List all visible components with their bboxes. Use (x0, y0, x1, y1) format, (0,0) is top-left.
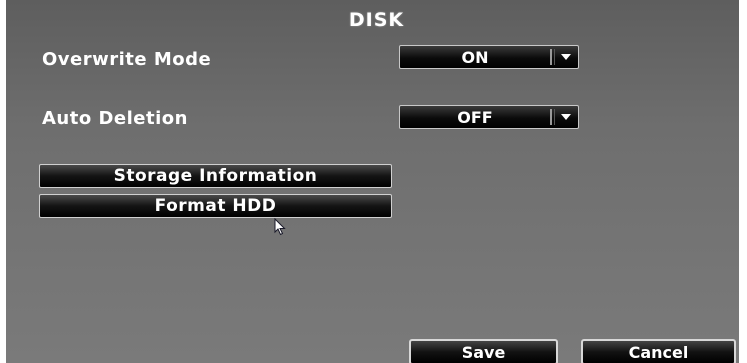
auto-deletion-select[interactable]: OFF (399, 105, 579, 129)
dropdown-divider (554, 109, 555, 125)
dropdown-divider (550, 109, 552, 125)
chevron-down-icon[interactable] (561, 54, 571, 60)
overwrite-mode-value: ON (461, 48, 489, 67)
dropdown-divider (554, 49, 555, 65)
format-hdd-button[interactable]: Format HDD (39, 194, 392, 218)
save-button[interactable]: Save (409, 339, 558, 363)
auto-deletion-value: OFF (457, 108, 493, 127)
storage-information-button[interactable]: Storage Information (39, 164, 392, 188)
overwrite-mode-label: Overwrite Mode (42, 49, 212, 70)
mouse-cursor-icon (274, 218, 286, 236)
dropdown-divider (550, 49, 552, 65)
chevron-down-icon[interactable] (561, 114, 571, 120)
overwrite-mode-select[interactable]: ON (399, 45, 579, 69)
disk-settings-screen: DISK Overwrite Mode ON Auto Deletion OFF… (6, 0, 747, 363)
auto-deletion-label: Auto Deletion (42, 108, 188, 129)
page-title: DISK (348, 9, 405, 31)
cancel-button[interactable]: Cancel (581, 339, 736, 363)
